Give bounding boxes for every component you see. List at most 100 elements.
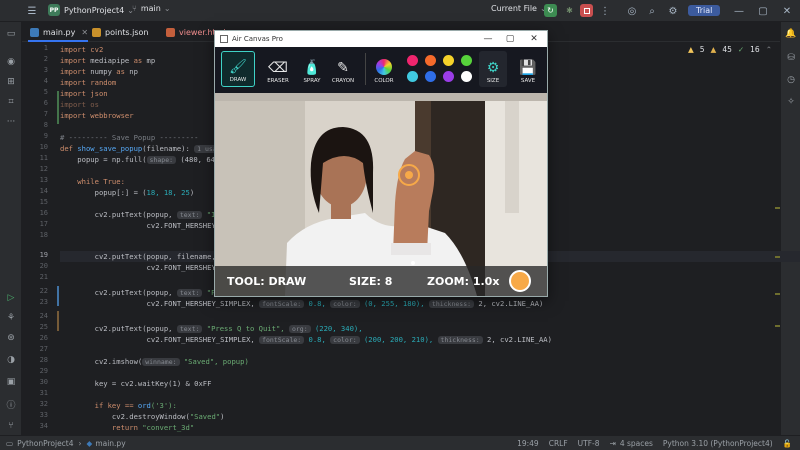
code-text: cv2.FONT_HERSHEY_SIMPLEX,: [60, 335, 260, 344]
chevron-up-icon[interactable]: ⌃: [766, 45, 772, 54]
python-packages-icon[interactable]: ⚘: [5, 312, 17, 324]
terminal-icon[interactable]: ▣: [5, 376, 17, 388]
code-text: import: [60, 56, 86, 65]
camera-feed[interactable]: TOOL: DRAW SIZE: 8 ZOOM: 1.0x: [215, 93, 547, 296]
line-number: 22: [39, 287, 48, 295]
typo-count: 16: [750, 45, 760, 54]
color-swatch[interactable]: [407, 55, 418, 66]
minimize-icon[interactable]: —: [477, 31, 499, 47]
run-config-selector[interactable]: Current File ⌄: [491, 4, 547, 13]
line-number: 14: [39, 187, 48, 195]
code-text: cv2.putText(popup,: [60, 288, 177, 297]
ai-assistant-icon[interactable]: ◎: [625, 4, 639, 18]
window-title-bar[interactable]: Air Canvas Pro — ▢ ✕: [215, 31, 547, 47]
air-canvas-window[interactable]: Air Canvas Pro — ▢ ✕ 🖌 DRAW ⌫ ERASER 🧴 S…: [214, 30, 548, 297]
maximize-icon[interactable]: ▢: [499, 31, 521, 47]
crayon-tool-button[interactable]: ✎ CRAYON: [326, 51, 360, 87]
python-interpreter[interactable]: Python 3.10 (PythonProject4): [663, 439, 773, 448]
line-number: 31: [39, 389, 48, 397]
run-button[interactable]: ↻: [544, 4, 557, 17]
color-swatch[interactable]: [425, 55, 436, 66]
color-swatch[interactable]: [443, 71, 454, 82]
structure-icon[interactable]: ⌗: [5, 96, 17, 108]
line-number: 10: [39, 143, 48, 151]
canvas-toolbar: 🖌 DRAW ⌫ ERASER 🧴 SPRAY ✎ CRAYON COLOR ⚙: [215, 47, 547, 93]
code-line: import numpy as np: [60, 66, 138, 77]
line-number-gutter: 1 2 3 4 5 6 7 8 9 10 11 12 13 14 15 16 1…: [22, 42, 58, 435]
code-number: 0.8,: [304, 299, 331, 308]
hud-size: SIZE: 8: [349, 274, 393, 288]
line-number: 34: [39, 422, 48, 430]
commit-icon[interactable]: ◉: [5, 56, 17, 68]
color-swatch[interactable]: [461, 71, 472, 82]
line-number: 7: [43, 110, 48, 118]
param-hint: shape:: [146, 156, 177, 164]
code-text: as: [133, 56, 143, 65]
trial-badge[interactable]: Trial: [688, 5, 721, 16]
tab-label: main.py: [43, 27, 76, 37]
python-console-icon[interactable]: ⊛: [5, 332, 17, 344]
code-text: cv2.putText(popup,: [60, 324, 177, 333]
tab-main-py[interactable]: main.py ✕: [30, 25, 88, 39]
hamburger-menu-icon[interactable]: ☰: [25, 4, 39, 18]
line-separator[interactable]: CRLF: [549, 439, 568, 448]
minimize-icon[interactable]: —: [732, 4, 746, 18]
spray-tool-button[interactable]: 🧴 SPRAY: [295, 51, 329, 87]
chevron-down-icon: ⌄: [163, 4, 171, 13]
tab-points-json[interactable]: points.json: [92, 25, 148, 39]
line-number: 33: [39, 411, 48, 419]
code-number: 18, 18, 25: [146, 188, 190, 197]
param-hint: text:: [176, 289, 203, 297]
indent-setting[interactable]: 4 spaces: [620, 439, 653, 448]
branch-selector[interactable]: ⑂ main ⌄: [132, 4, 171, 13]
code-string: "Press Q to Quit",: [202, 324, 289, 333]
line-number: 13: [39, 176, 48, 184]
code-string: "Saved": [189, 412, 221, 421]
notifications-icon[interactable]: 🔔: [785, 28, 797, 40]
code-text: import os: [60, 100, 99, 109]
caret-position[interactable]: 19:49: [517, 439, 539, 448]
plugins-icon[interactable]: ⊞: [5, 76, 17, 88]
maximize-icon[interactable]: ▢: [756, 4, 770, 18]
line-number: 1: [43, 44, 48, 52]
code-text: key = cv2.waitKey(1) & 0xFF: [60, 379, 212, 388]
problems-icon[interactable]: ⓘ: [5, 398, 17, 411]
file-encoding[interactable]: UTF-8: [578, 439, 600, 448]
close-tab-icon[interactable]: ✕: [81, 28, 88, 37]
color-picker-button[interactable]: COLOR: [367, 51, 401, 87]
breadcrumb-project[interactable]: PythonProject4: [17, 439, 73, 448]
services-icon[interactable]: ◑: [5, 354, 17, 366]
size-tool-button[interactable]: ⚙ SIZE: [479, 51, 507, 87]
settings-gear-icon[interactable]: ⚙: [666, 4, 680, 18]
eraser-tool-button[interactable]: ⌫ ERASER: [261, 51, 295, 87]
color-swatch[interactable]: [425, 71, 436, 82]
color-swatch[interactable]: [443, 55, 454, 66]
param-hint: fontScale:: [259, 300, 305, 308]
close-icon[interactable]: ✕: [523, 31, 545, 47]
color-swatch[interactable]: [461, 55, 472, 66]
more-actions-icon[interactable]: ⋮: [598, 4, 612, 18]
code-text: popup[:] = (: [60, 188, 147, 197]
code-text: True:: [103, 177, 125, 186]
close-icon[interactable]: ✕: [780, 4, 794, 18]
breadcrumb-file[interactable]: main.py: [95, 439, 125, 448]
code-text: return: [60, 423, 143, 432]
save-button[interactable]: 💾 SAVE: [511, 51, 545, 87]
lock-icon[interactable]: 🔓: [783, 439, 792, 448]
line-number: 8: [43, 121, 48, 129]
more-tools-icon[interactable]: ···: [5, 116, 17, 128]
project-badge: PP: [48, 4, 60, 16]
git-icon[interactable]: ⑂: [5, 420, 17, 432]
debug-button[interactable]: ✱: [563, 4, 576, 17]
folder-icon[interactable]: ▭: [5, 28, 17, 40]
draw-tool-button[interactable]: 🖌 DRAW: [221, 51, 255, 87]
status-bar: ▭ PythonProject4 › ◆ main.py 19:49 CRLF …: [0, 435, 800, 450]
param-hint: thickness:: [428, 300, 475, 308]
color-swatch[interactable]: [407, 71, 418, 82]
search-icon[interactable]: ⌕: [645, 4, 659, 18]
inspection-widget[interactable]: ▲ 5 ▲ 45 ✓ 16 ⌃: [688, 45, 772, 54]
stop-button[interactable]: [580, 4, 593, 17]
line-number: 9: [43, 132, 48, 140]
project-selector[interactable]: PP PythonProject4 ⌄: [48, 4, 134, 16]
run-icon[interactable]: ▷: [5, 292, 17, 304]
